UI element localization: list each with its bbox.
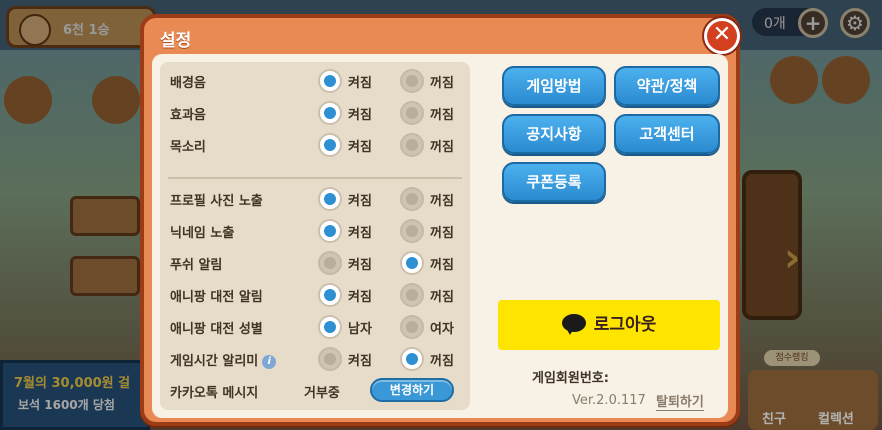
rank-pill: 점수랭킹 <box>764 350 820 366</box>
change-button[interactable]: 변경하기 <box>370 378 454 402</box>
gift-box-icon <box>822 56 870 104</box>
off-label: 꺼짐 <box>430 194 454 209</box>
setting-row-profile-photo: 프로필 사진 노출 켜짐 꺼짐 <box>160 184 470 214</box>
banner-line-2: 보석 1600개 당첨 <box>18 398 115 412</box>
event-icon <box>92 76 140 124</box>
setting-row-voice: 목소리 켜짐 꺼짐 <box>160 130 470 160</box>
on-label: 켜짐 <box>348 258 372 273</box>
support-button[interactable]: 고객센터 <box>614 114 720 154</box>
radio-selected[interactable] <box>318 187 342 211</box>
on-label: 켜짐 <box>348 194 372 209</box>
female-label: 여자 <box>430 322 454 337</box>
setting-label: 애니팡 대전 알림 <box>170 290 263 305</box>
radio-selected[interactable] <box>318 315 342 339</box>
member-number-label: 게임회원번호: <box>532 371 609 386</box>
radio-selected[interactable] <box>318 69 342 93</box>
setting-label: 닉네임 노출 <box>170 226 235 241</box>
off-label: 꺼짐 <box>430 108 454 123</box>
gear-icon: ⚙ <box>840 8 870 38</box>
radio-selected[interactable] <box>318 283 342 307</box>
banner-line-1: 7월의 30,000원 걸 <box>14 376 131 391</box>
profile-card: 6천 1승 <box>6 6 156 48</box>
dialog-body: 배경음 켜짐 꺼짐 효과음 켜짐 꺼짐 목소리 켜짐 꺼짐 프로필 사진 노출 … <box>152 54 728 418</box>
event-icon <box>4 76 52 124</box>
setting-row-battle-alert: 애니팡 대전 알림 켜짐 꺼짐 <box>160 280 470 310</box>
friend-label: 친구 <box>762 412 786 427</box>
how-to-play-button[interactable]: 게임방법 <box>502 66 606 106</box>
off-label: 꺼짐 <box>430 290 454 305</box>
kakao-status: 거부중 <box>304 386 340 401</box>
radio-unselected[interactable] <box>318 251 342 275</box>
radio-unselected[interactable] <box>400 187 424 211</box>
radio-unselected[interactable] <box>400 101 424 125</box>
setting-label: 프로필 사진 노출 <box>170 194 263 209</box>
on-label: 켜짐 <box>348 76 372 91</box>
radio-unselected[interactable] <box>400 315 424 339</box>
setting-label: 카카오톡 메시지 <box>170 386 259 401</box>
close-button[interactable]: ✕ <box>704 18 740 54</box>
notice-button[interactable]: 공지사항 <box>502 114 606 154</box>
withdraw-link[interactable]: 탈퇴하기 <box>656 391 704 411</box>
setting-label: 목소리 <box>170 140 206 155</box>
radio-unselected[interactable] <box>400 219 424 243</box>
chat-bubble-icon <box>561 314 586 335</box>
setting-label: 게임시간 알리미 i <box>170 350 277 369</box>
on-label: 켜짐 <box>348 354 372 369</box>
collection-label: 컬렉션 <box>818 412 854 427</box>
gift-icon <box>770 56 818 104</box>
on-label: 켜짐 <box>348 108 372 123</box>
add-gem-button: + <box>798 8 828 38</box>
radio-unselected[interactable] <box>400 283 424 307</box>
chevron-right-icon: › <box>784 235 801 281</box>
close-icon: ✕ <box>712 22 732 47</box>
event-banner <box>0 360 150 430</box>
profile-rank: 6천 1승 <box>63 23 110 38</box>
on-label: 켜짐 <box>348 290 372 305</box>
menu-sign <box>70 196 140 236</box>
radio-selected[interactable] <box>400 347 424 371</box>
logout-label: 로그아웃 <box>593 315 657 335</box>
setting-label: 푸쉬 알림 <box>170 258 223 273</box>
setting-row-sfx: 효과음 켜짐 꺼짐 <box>160 98 470 128</box>
coupon-button[interactable]: 쿠폰등록 <box>502 162 606 202</box>
divider <box>168 177 462 179</box>
off-label: 꺼짐 <box>430 76 454 91</box>
off-label: 꺼짐 <box>430 258 454 273</box>
avatar <box>19 14 51 46</box>
setting-row-push: 푸쉬 알림 켜짐 꺼짐 <box>160 248 470 278</box>
setting-label: 애니팡 대전 성별 <box>170 322 263 337</box>
menu-sign <box>70 256 140 296</box>
version-text: Ver.2.0.117 <box>572 393 646 408</box>
radio-selected[interactable] <box>318 219 342 243</box>
radio-unselected[interactable] <box>400 69 424 93</box>
logout-button[interactable]: 로그아웃 <box>498 300 720 350</box>
on-label: 켜짐 <box>348 226 372 241</box>
off-label: 꺼짐 <box>430 226 454 241</box>
on-label: 켜짐 <box>348 140 372 155</box>
off-label: 꺼짐 <box>430 140 454 155</box>
off-label: 꺼짐 <box>430 354 454 369</box>
radio-selected[interactable] <box>318 133 342 157</box>
info-icon[interactable]: i <box>262 355 277 369</box>
setting-label: 배경음 <box>170 76 206 91</box>
setting-row-battle-gender: 애니팡 대전 성별 남자 여자 <box>160 312 470 342</box>
setting-row-kakao-message: 카카오톡 메시지 거부중 변경하기 <box>160 376 470 406</box>
playtime-alert-label: 게임시간 알리미 <box>170 354 259 369</box>
male-label: 남자 <box>348 322 372 337</box>
setting-label: 효과음 <box>170 108 206 123</box>
settings-panel: 배경음 켜짐 꺼짐 효과음 켜짐 꺼짐 목소리 켜짐 꺼짐 프로필 사진 노출 … <box>160 62 470 410</box>
dialog-title: 설정 <box>160 31 192 51</box>
radio-unselected[interactable] <box>318 347 342 371</box>
terms-button[interactable]: 약관/정책 <box>614 66 720 106</box>
setting-row-nickname: 닉네임 노출 켜짐 꺼짐 <box>160 216 470 246</box>
radio-selected[interactable] <box>318 101 342 125</box>
setting-row-bgm: 배경음 켜짐 꺼짐 <box>160 66 470 96</box>
radio-unselected[interactable] <box>400 133 424 157</box>
settings-dialog: 설정 ✕ 배경음 켜짐 꺼짐 효과음 켜짐 꺼짐 목소리 켜짐 꺼짐 프로필 사… <box>140 14 740 426</box>
setting-row-playtime-alert: 게임시간 알리미 i 켜짐 꺼짐 <box>160 344 470 374</box>
radio-selected[interactable] <box>400 251 424 275</box>
